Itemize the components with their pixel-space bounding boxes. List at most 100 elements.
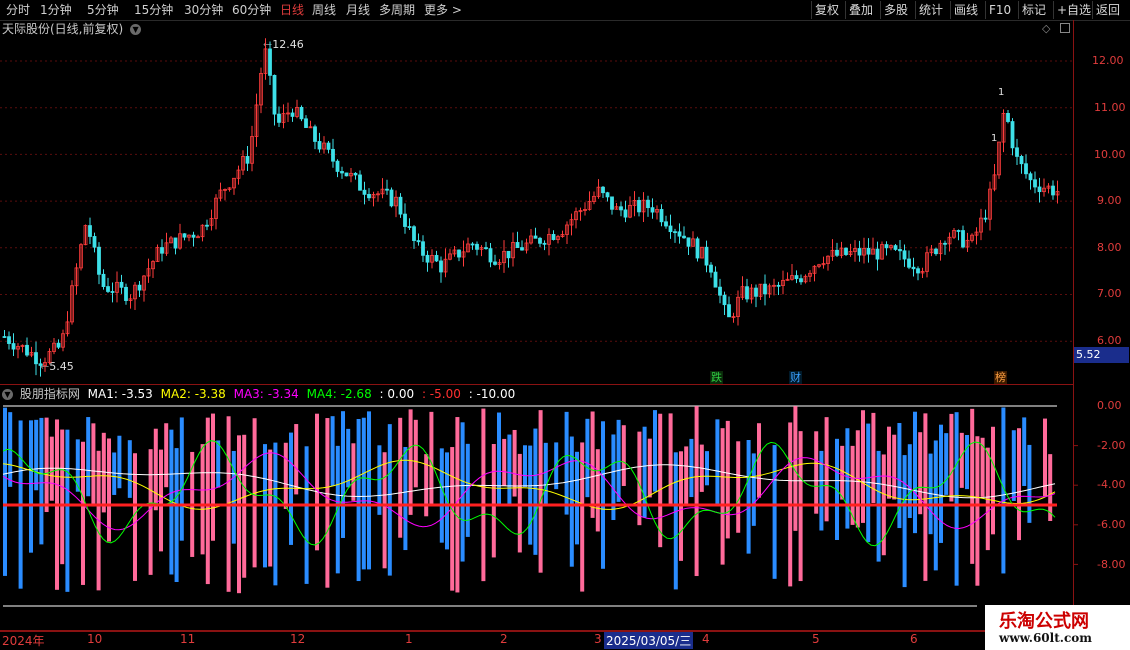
candle-body — [110, 291, 115, 293]
candle-body — [407, 226, 412, 228]
date-tick: 6 — [910, 632, 918, 646]
candle-body — [623, 209, 628, 218]
indicator-bar — [554, 442, 559, 490]
date-tick: 11 — [180, 632, 196, 646]
candle-body — [610, 196, 614, 210]
candle-body — [56, 342, 61, 348]
indicator-bar — [216, 440, 221, 488]
indicator-bar — [424, 454, 429, 517]
candle-body — [934, 248, 938, 255]
candle-body — [412, 226, 416, 241]
indicator-bar — [970, 408, 975, 564]
candle-body — [7, 336, 11, 344]
candle-body — [416, 240, 421, 243]
indicator-bar — [1048, 454, 1053, 521]
indicator-bar — [772, 445, 777, 579]
candle-body — [331, 148, 335, 162]
candle-body — [92, 236, 97, 248]
candle-body — [713, 271, 718, 288]
indicator-bar — [720, 428, 725, 565]
indicator-bar — [502, 438, 507, 486]
indicator-bar — [481, 408, 486, 582]
indicator-bar — [892, 434, 897, 500]
indicator-bar — [575, 451, 579, 545]
indicator-bar — [164, 423, 169, 488]
candle-body — [911, 266, 916, 270]
candle-body — [470, 243, 475, 246]
watermark: 乐淘公式网 www.60lt.com — [985, 605, 1130, 650]
candle-body — [304, 118, 308, 128]
candle-body — [106, 286, 110, 292]
indicator-bar — [387, 424, 392, 576]
indicator-bar — [107, 438, 111, 542]
indicator-bar — [954, 412, 959, 586]
indicator-bar — [647, 438, 652, 498]
candle-body — [1024, 163, 1028, 175]
candle-body — [722, 294, 727, 306]
candle-body — [11, 343, 16, 350]
indicator-bar — [65, 429, 70, 592]
candle-body — [1015, 147, 1019, 157]
indicator-bar — [200, 444, 205, 555]
candle-body — [601, 186, 605, 194]
candle-body — [1033, 179, 1037, 188]
candle-body — [205, 224, 209, 227]
candle-body — [290, 112, 295, 117]
indicator-bar — [60, 429, 65, 565]
indicator-bar — [673, 452, 678, 590]
indicator-bar — [991, 426, 995, 535]
indicator-bar — [408, 409, 413, 515]
candle-body — [367, 193, 371, 199]
candle-body — [943, 242, 947, 245]
indicator-bar — [517, 453, 522, 553]
candle-body — [475, 243, 479, 250]
indicator-bar — [523, 445, 527, 487]
candle-body — [875, 248, 880, 260]
candle-body — [340, 171, 344, 174]
candle-body — [1010, 121, 1015, 149]
date-tick: 10 — [87, 632, 103, 646]
indicator-bar — [512, 429, 517, 497]
candle-body — [385, 188, 389, 191]
candle-body — [650, 207, 655, 213]
date-tick: 2 — [500, 632, 508, 646]
indicator-bar — [91, 423, 96, 507]
date-tick: 2024年 — [2, 634, 45, 648]
candle-body — [884, 244, 889, 249]
indicator-bar — [658, 413, 663, 548]
indicator-bar — [751, 453, 756, 526]
candle-body — [2, 336, 7, 338]
indicator-bar — [637, 431, 642, 526]
candle-body — [389, 189, 394, 207]
indicator-bar — [117, 435, 122, 489]
indicator-bar — [29, 420, 33, 553]
candle-body — [38, 363, 43, 366]
candle-body — [457, 249, 461, 258]
candle-body — [916, 268, 920, 274]
date-tick: 1 — [405, 632, 413, 646]
indicator-bar — [39, 417, 44, 545]
candle-body — [268, 48, 272, 76]
indicator-bar — [746, 439, 751, 554]
indicator-bar — [325, 418, 330, 588]
kline-chart[interactable] — [0, 0, 1130, 650]
indicator-bar — [975, 436, 980, 586]
candle-body — [160, 247, 164, 254]
indicator-bar — [887, 426, 891, 499]
indicator-bar — [907, 444, 912, 518]
indicator-bar — [346, 428, 351, 488]
indicator-bar — [913, 411, 917, 534]
indicator-bar — [44, 417, 49, 513]
candle-body — [299, 106, 304, 120]
indicator-bar — [845, 428, 850, 529]
indicator-bar — [153, 428, 158, 511]
indicator-bar — [590, 411, 595, 518]
candle-body — [844, 247, 848, 255]
indicator-bar — [668, 413, 673, 505]
indicator-bar — [595, 449, 600, 532]
candle-body — [835, 249, 839, 256]
indicator-bar — [611, 434, 616, 521]
indicator-bar — [616, 419, 621, 502]
watermark-title: 乐淘公式网 — [999, 611, 1089, 632]
indicator-bar — [127, 440, 132, 498]
